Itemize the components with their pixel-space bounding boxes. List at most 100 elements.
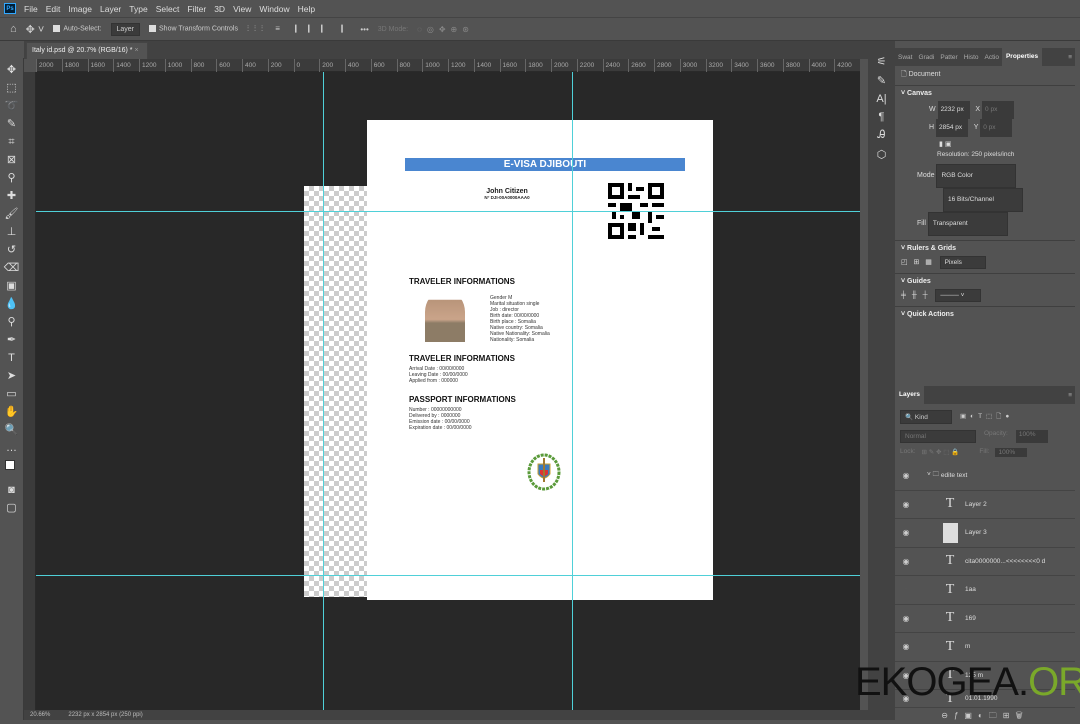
mode-select[interactable]: RGB Color [936,164,1017,188]
home-icon[interactable]: ⌂ [10,23,17,35]
guide-horizontal[interactable] [36,575,860,576]
rectangle-tool-icon[interactable]: ▭ [4,386,20,402]
stamp-tool-icon[interactable]: ⊥ [4,224,20,240]
layer-row[interactable]: ◉ Tm [895,633,1075,662]
x-field[interactable]: 0 px [982,101,1015,119]
menu-select[interactable]: Select [156,4,180,14]
panel-menu-icon[interactable]: ≡ [1065,54,1075,61]
zoom-level[interactable]: 20.66% [30,712,50,718]
visibility-eye-icon[interactable]: ◉ [895,500,917,509]
layer-row[interactable]: ◉ T 169 [895,605,1075,633]
tab-swatches[interactable]: Swat [895,54,915,61]
dodge-tool-icon[interactable]: ⚲ [4,314,20,330]
bit-depth-select[interactable]: 16 Bits/Channel [943,188,1023,212]
menu-filter[interactable]: Filter [187,4,206,14]
menu-window[interactable]: Window [259,4,289,14]
layer-row[interactable]: ◉ Tcita0000000...<<<<<<<<0 d [895,548,1075,576]
tab-gradients[interactable]: Gradi [915,54,937,61]
blend-mode-select[interactable]: Normal [900,430,976,443]
visibility-eye-icon[interactable]: ▫ [895,585,917,594]
show-transform-checkbox[interactable]: Show Transform Controls [149,25,238,33]
history-brush-icon[interactable]: ↺ [4,242,20,258]
more-tools-icon[interactable]: … [4,440,20,456]
character-icon[interactable]: A| [876,93,886,105]
fill-field[interactable]: 100% [995,448,1028,457]
hand-tool-icon[interactable]: ✋ [4,404,20,420]
healing-brush-icon[interactable]: ✚ [4,188,20,204]
ruler-icon[interactable]: ◰ [901,259,908,266]
tab-layers[interactable]: Layers [895,386,924,404]
more-button[interactable]: ••• [360,25,368,34]
screen-mode-icon[interactable]: ▢ [4,500,20,516]
close-tab-icon[interactable]: × [134,47,138,54]
menu-edit[interactable]: Edit [46,4,61,14]
layer-row[interactable]: ▫ T 1aa [895,576,1075,605]
smart-guides-icon[interactable]: ┼ [923,292,928,299]
auto-select-checkbox[interactable]: Auto-Select: [53,25,102,33]
lock-icons[interactable]: ⊞ ✎ ✥ ⬚ 🔒 [922,448,960,457]
canvas-area[interactable]: E-VISA DJIBOUTI John Citizen N° DJI-00A0… [36,72,860,710]
menu-help[interactable]: Help [298,4,315,14]
layer-row[interactable]: ◉ Layer 3 [895,519,1075,548]
eraser-icon[interactable]: ⌫ [4,260,20,276]
guide-horizontal[interactable] [36,211,860,212]
visibility-eye-icon[interactable]: ◉ [895,642,917,651]
eyedropper-icon[interactable]: ⚲ [4,170,20,186]
layer-select[interactable]: Layer [110,22,141,36]
brush-settings-icon[interactable]: ⚟ [877,55,887,68]
tab-history[interactable]: Histo [961,54,982,61]
visibility-eye-icon[interactable]: ◉ [895,471,917,480]
pixel-grid-icon[interactable]: ▦ [925,259,932,266]
tab-actions[interactable]: Actio [982,54,1002,61]
units-select[interactable]: Pixels [939,256,986,269]
document-tab[interactable]: Italy id.psd @ 20.7% (RGB/16) * × [26,42,148,59]
height-field[interactable]: 2854 px [936,119,969,137]
menu-layer[interactable]: Layer [100,4,121,14]
glyphs-icon[interactable]: Ꭿ [878,129,886,142]
blur-tool-icon[interactable]: 💧 [4,296,20,312]
opacity-field[interactable]: 100% [1015,430,1048,443]
guide-vertical[interactable] [572,72,573,710]
layers-footer-icons[interactable]: ⊖ƒ▣◐🗀⊞🗑 [895,708,1075,724]
menu-3d[interactable]: 3D [214,4,225,14]
pen-tool-icon[interactable]: ✒ [4,332,20,348]
move-tool-icon[interactable]: ✥ ˅ [26,23,45,36]
layers-menu-icon[interactable]: ≡ [1065,392,1075,399]
document-info[interactable]: 2232 px x 2854 px (250 ppi) [68,712,142,718]
type-tool-icon[interactable]: T [4,350,20,366]
gradient-tool-icon[interactable]: ▣ [4,278,20,294]
guide-vertical[interactable] [323,72,324,710]
guide-icon[interactable]: ╪ [901,292,906,299]
brushes-icon[interactable]: ✎ [877,74,886,87]
align-icons[interactable]: ⫶⫶⫶ ≡ ┃┃┃ ┃ [247,24,351,34]
path-select-icon[interactable]: ➤ [4,368,20,384]
menu-type[interactable]: Type [129,4,147,14]
tab-properties[interactable]: Properties [1001,48,1043,66]
visibility-eye-icon[interactable]: ◉ [895,614,917,623]
quick-select-icon[interactable]: ✎ [4,116,20,132]
layer-row[interactable]: ◉ T Layer 2 [895,491,1075,519]
quick-mask-icon[interactable]: ◙ [4,482,20,498]
portrait-icon[interactable]: ▮ [939,141,943,148]
3d-icon[interactable]: ⬡ [877,148,887,161]
3d-icons[interactable]: ◌◎✥⊕⊛ [417,25,474,34]
move-tool-icon[interactable]: ✥ [4,62,20,78]
guide-style-select[interactable]: ──── ˅ [935,289,982,302]
fill-select[interactable]: Transparent [927,212,1008,236]
visibility-eye-icon[interactable]: ◉ [895,557,917,566]
y-field[interactable]: 0 px [980,119,1013,137]
lasso-tool-icon[interactable]: ➰ [4,98,20,114]
menu-image[interactable]: Image [68,4,92,14]
layer-group-row[interactable]: ◉ ˅ 🗀 edite text [895,462,1075,491]
filter-icons[interactable]: ▣◐T⬚🗋● [960,412,1013,423]
marquee-tool-icon[interactable]: ⬚ [4,80,20,96]
paragraph-icon[interactable]: ¶ [879,111,885,123]
landscape-icon[interactable]: ▣ [945,141,952,148]
grid-icon[interactable]: ⊞ [913,259,919,266]
visibility-eye-icon[interactable]: ◉ [895,528,917,537]
frame-tool-icon[interactable]: ⊠ [4,152,20,168]
lock-guides-icon[interactable]: ╫ [912,292,917,299]
menu-file[interactable]: File [24,4,38,14]
width-field[interactable]: 2232 px [937,101,970,119]
layer-filter-select[interactable]: 🔍 Kind [900,410,952,424]
